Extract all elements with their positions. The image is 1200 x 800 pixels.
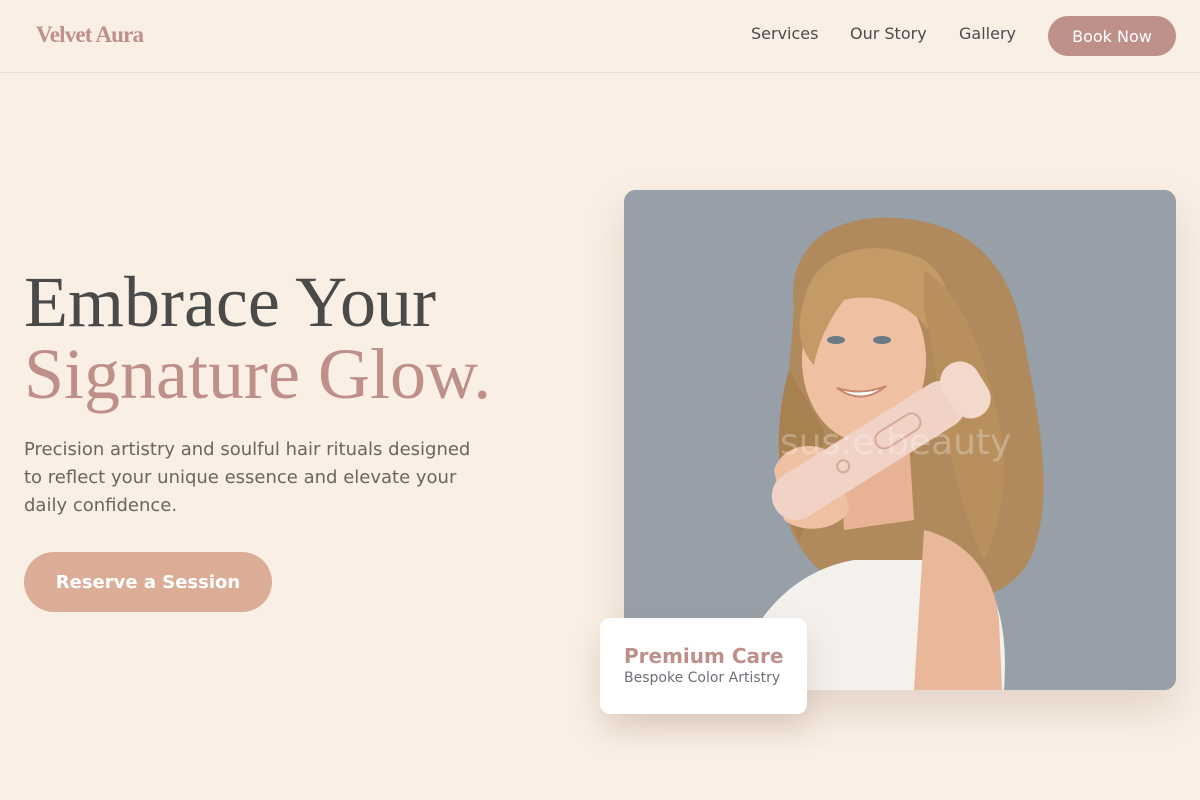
brand-logo[interactable]: Velvet Aura bbox=[36, 22, 144, 48]
hero-headline-line2: Signature Glow. bbox=[24, 334, 492, 414]
hero-headline-line1: Embrace Your bbox=[24, 262, 436, 342]
premium-care-title: Premium Care bbox=[624, 644, 784, 668]
premium-care-subtitle: Bespoke Color Artistry bbox=[624, 670, 781, 686]
image-watermark: sus:e.beauty bbox=[780, 422, 1012, 463]
nav-link-gallery[interactable]: Gallery bbox=[959, 24, 1016, 43]
reserve-session-button[interactable]: Reserve a Session bbox=[24, 552, 272, 612]
hero-headline: Embrace Your Signature Glow. bbox=[24, 266, 491, 410]
nav-link-our-story[interactable]: Our Story bbox=[850, 24, 927, 43]
hero-description: Precision artistry and soulful hair ritu… bbox=[24, 439, 471, 516]
site-header: Velvet Aura Services Our Story Gallery B… bbox=[0, 0, 1200, 73]
book-now-button[interactable]: Book Now bbox=[1048, 16, 1176, 56]
premium-care-card: Premium Care Bespoke Color Artistry bbox=[600, 618, 807, 714]
nav-link-services[interactable]: Services bbox=[751, 24, 818, 43]
